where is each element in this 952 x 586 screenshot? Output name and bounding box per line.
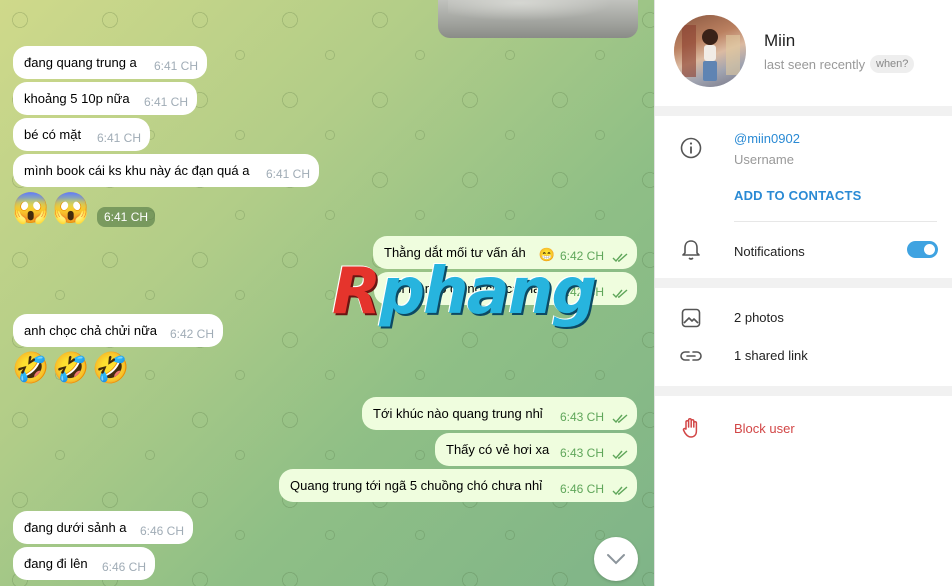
message-time: 6:41 CH (153, 59, 198, 73)
message-outgoing[interactable]: Thấy có vẻ hơi xa 6:43 CH (435, 433, 637, 466)
message-text: mình book cái ks khu này ác đạn quá a (24, 163, 250, 178)
profile-name: Miin (764, 31, 796, 50)
message-time: 6:46 CH (139, 524, 184, 538)
message-time: 6:41 CH (143, 95, 188, 109)
message-outgoing[interactable]: Tới khúc nào quang trung nhỉ 6:43 CH (362, 397, 637, 430)
shared-links-link[interactable]: 1 shared link (734, 348, 808, 363)
username-link[interactable]: @miin0902 (734, 131, 800, 146)
message-time: 6:42 CH (169, 327, 214, 341)
message-text: Tới khúc nào quang trung nhỉ (373, 406, 543, 421)
message-text: đang quang trung a (24, 55, 137, 70)
photo-icon (679, 306, 703, 330)
notifications-toggle[interactable] (907, 241, 938, 258)
chevron-down-icon (607, 554, 625, 565)
rofl-emoji-icon: 🤣 (52, 352, 90, 385)
shared-media-section: 2 photos 1 shared link (655, 288, 952, 386)
block-user-button[interactable]: Block user (734, 421, 795, 436)
message-text: khoảng 5 10p nữa (24, 91, 130, 106)
message-time: 6:46 CH (559, 482, 604, 496)
message-incoming[interactable]: đang đi lên 6:46 CH (13, 547, 155, 580)
last-seen-status: last seen recently (764, 57, 866, 72)
message-time: 6:41 CH (96, 131, 141, 145)
message-time: 6:41 CH (265, 167, 310, 181)
emoji-message[interactable]: 😱 😱 (12, 191, 90, 227)
profile-panel: Miin last seen recently when? @miin0902 … (654, 0, 952, 586)
username-label: Username (734, 152, 794, 167)
scream-emoji-icon: 😱 (12, 192, 50, 225)
message-incoming[interactable]: đang dưới sảnh a 6:46 CH (13, 511, 193, 544)
divider (734, 221, 937, 222)
profile-header: Miin last seen recently when? (655, 0, 952, 106)
message-incoming[interactable]: bé có mặt 6:41 CH (13, 118, 150, 151)
message-incoming[interactable]: mình book cái ks khu này ác đạn quá a 6:… (13, 154, 319, 187)
notifications-label: Notifications (734, 244, 805, 259)
read-checkmarks-icon (612, 450, 628, 459)
link-icon (679, 344, 703, 368)
rofl-emoji-icon: 🤣 (92, 352, 130, 385)
emoji-message[interactable]: 🤣 🤣 🤣 (12, 351, 130, 387)
message-incoming[interactable]: đang quang trung a 6:41 CH (13, 46, 207, 79)
photo-message[interactable] (438, 0, 638, 38)
message-time: 6:43 CH (559, 410, 604, 424)
message-text: Quang trung tới ngã 5 chuồng chó chưa nh… (290, 478, 543, 493)
message-text: đang đi lên (24, 556, 88, 571)
read-checkmarks-icon (612, 486, 628, 495)
message-text: đang dưới sảnh a (24, 520, 127, 535)
rofl-emoji-icon: 🤣 (12, 352, 50, 385)
read-checkmarks-icon (612, 414, 628, 423)
watermark-logo: Rphang (332, 255, 597, 329)
info-icon (679, 136, 703, 160)
chat-pane[interactable]: đang quang trung a 6:41 CH khoảng 5 10p … (0, 0, 654, 586)
read-checkmarks-icon (612, 289, 628, 298)
bell-icon (679, 238, 703, 262)
message-time: 6:46 CH (101, 560, 146, 574)
avatar[interactable] (674, 15, 746, 87)
photos-count-link[interactable]: 2 photos (734, 310, 784, 325)
message-time: 6:43 CH (559, 446, 604, 460)
message-text: anh chọc chả chửi nữa (24, 323, 158, 338)
message-time: 6:41 CH (97, 207, 156, 227)
read-checkmarks-icon (612, 253, 628, 262)
add-to-contacts-button[interactable]: ADD TO CONTACTS (734, 188, 861, 203)
message-text: Thấy có vẻ hơi xa (446, 442, 550, 457)
message-incoming[interactable]: anh chọc chả chửi nữa 6:42 CH (13, 314, 223, 347)
message-text: bé có mặt (24, 127, 82, 142)
hand-stop-icon (679, 416, 703, 440)
avatar-image (674, 15, 746, 87)
message-incoming[interactable]: khoảng 5 10p nữa 6:41 CH (13, 82, 197, 115)
scream-emoji-icon: 😱 (52, 192, 90, 225)
scroll-to-bottom-button[interactable] (594, 537, 638, 581)
message-outgoing[interactable]: Quang trung tới ngã 5 chuồng chó chưa nh… (279, 469, 637, 502)
block-section: Block user (655, 396, 952, 586)
when-button[interactable]: when? (870, 55, 915, 73)
